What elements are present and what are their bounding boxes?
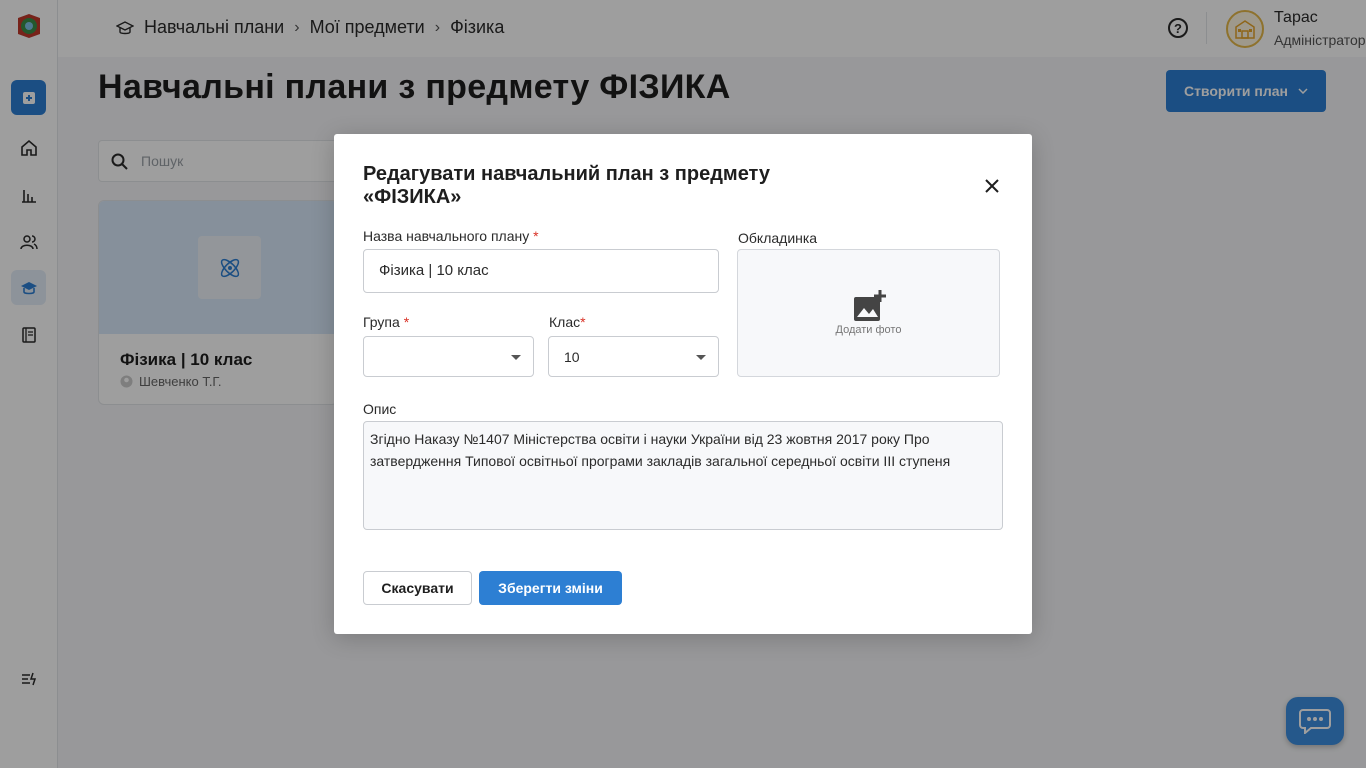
group-label: Група * (363, 314, 409, 330)
required-mark: * (580, 314, 586, 330)
required-mark: * (403, 314, 410, 330)
add-photo-text: Додати фото (835, 324, 902, 336)
class-select[interactable]: 10 (548, 336, 719, 377)
group-select[interactable] (363, 336, 534, 377)
group-label-text: Група (363, 314, 400, 330)
plan-name-label: Назва навчального плану * (363, 228, 539, 244)
plan-name-field[interactable]: Фізика | 10 клас (363, 249, 719, 293)
plan-name-value: Фізика | 10 клас (379, 262, 489, 279)
edit-plan-dialog: Редагувати навчальний план з предмету «Ф… (334, 134, 1032, 634)
dropdown-caret-icon (511, 355, 521, 360)
cancel-button[interactable]: Скасувати (363, 571, 472, 605)
description-field[interactable]: Згідно Наказу №1407 Міністерства освіти … (363, 421, 1003, 530)
save-button[interactable]: Зберегти зміни (479, 571, 622, 605)
dialog-title: Редагувати навчальний план з предмету «Ф… (363, 163, 770, 208)
description-label: Опис (363, 401, 397, 417)
class-label-text: Клас (549, 314, 581, 330)
cover-label: Обкладинка (738, 230, 818, 246)
cover-upload[interactable]: Додати фото (737, 249, 1000, 377)
add-photo-icon (854, 290, 886, 321)
dropdown-caret-icon (696, 355, 706, 360)
close-icon[interactable] (982, 176, 1002, 196)
class-label: Клас* (549, 314, 586, 330)
plan-name-label-text: Назва навчального плану (363, 228, 530, 244)
class-select-value: 10 (564, 349, 580, 365)
required-mark: * (533, 228, 539, 244)
